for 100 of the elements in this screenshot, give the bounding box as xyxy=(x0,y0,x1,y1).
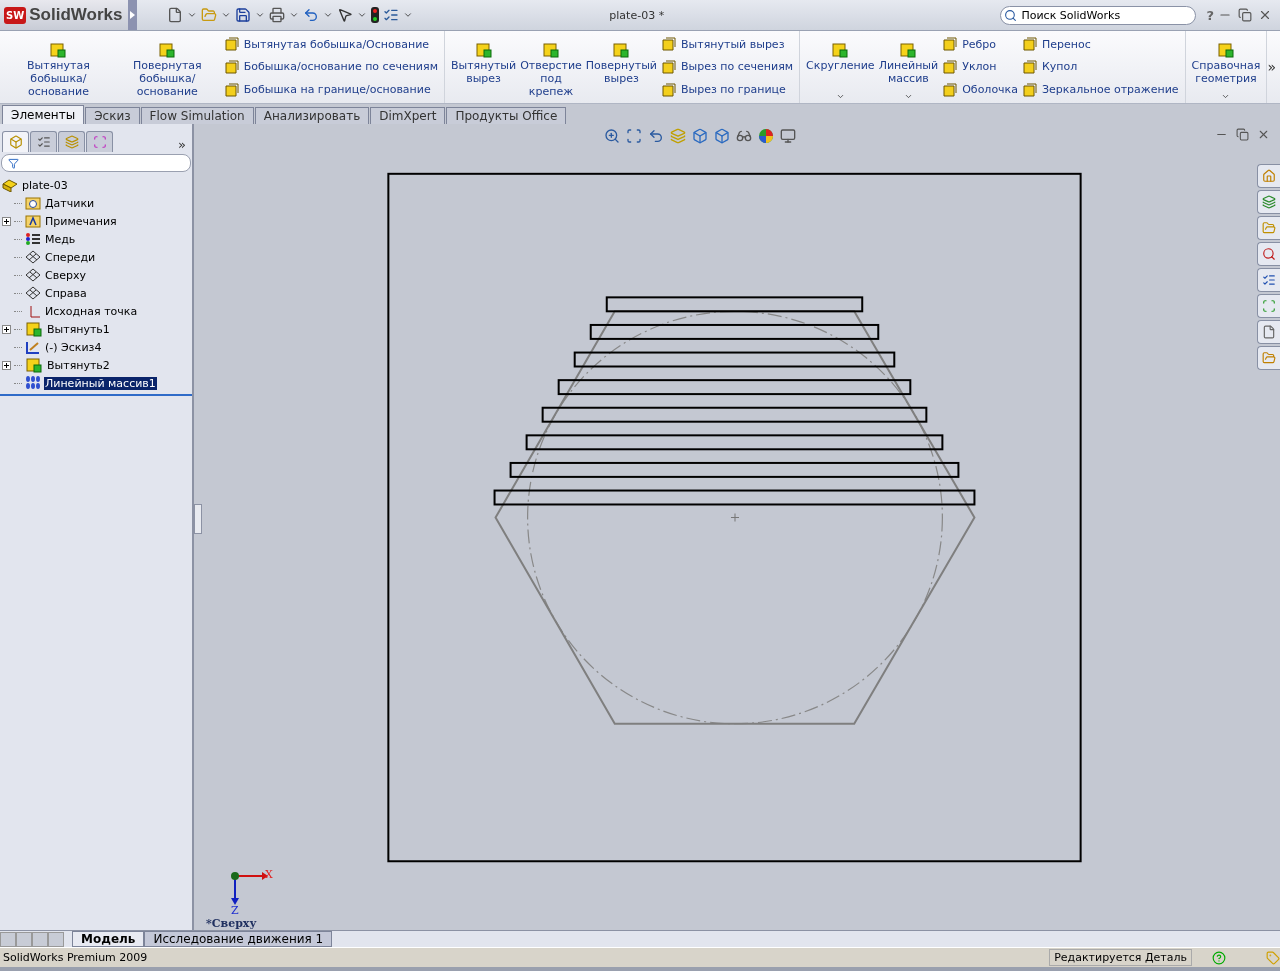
expand-icon[interactable] xyxy=(2,216,11,226)
more-button[interactable]: » xyxy=(1267,59,1280,75)
tab[interactable]: Эскиз xyxy=(85,107,140,124)
close-icon[interactable] xyxy=(1257,128,1270,141)
ribbon-command[interactable]: Бобышка на границе/основание xyxy=(223,81,438,98)
tree-item[interactable]: Спереди xyxy=(44,250,97,264)
task-pane-icon[interactable] xyxy=(1257,216,1280,240)
ribbon-button[interactable]: Справочная геометрия xyxy=(1191,33,1261,101)
ribbon-command[interactable]: Ребро xyxy=(942,36,1018,53)
feature-icon xyxy=(661,36,677,53)
printer-icon[interactable] xyxy=(269,7,285,23)
help-button[interactable]: ? xyxy=(1206,7,1214,23)
caret-icon[interactable] xyxy=(289,10,299,20)
target-icon xyxy=(92,135,107,149)
tree-item[interactable]: Справа xyxy=(44,286,88,300)
ribbon-button[interactable]: Вытянутый вырез xyxy=(450,33,517,101)
feature-icon xyxy=(1217,41,1235,59)
ribbon-command[interactable]: Перенос xyxy=(1022,36,1179,53)
close-icon[interactable] xyxy=(1258,8,1272,22)
tree-item[interactable]: Примечания xyxy=(44,214,118,228)
save-icon[interactable] xyxy=(235,7,251,23)
caret-icon[interactable] xyxy=(187,10,197,20)
ribbon-command[interactable]: Оболочка xyxy=(942,81,1018,98)
panel-tab[interactable] xyxy=(2,131,29,152)
property-list-icon xyxy=(36,135,51,149)
zoom-area-icon[interactable] xyxy=(626,128,642,144)
panel-tab[interactable] xyxy=(58,131,85,152)
ribbon-button[interactable]: Повернутая бобышка/основание xyxy=(114,33,220,101)
filter-field[interactable] xyxy=(1,154,191,172)
glasses-icon[interactable] xyxy=(736,128,752,144)
zoom-fit-icon[interactable] xyxy=(604,128,620,144)
restore-icon[interactable] xyxy=(1238,8,1252,22)
undo-icon[interactable] xyxy=(303,7,319,23)
view-name: *Сверху xyxy=(206,917,257,930)
ribbon-command[interactable]: Вырез по сечениям xyxy=(661,59,794,75)
tree-item[interactable]: Вытянуть1 xyxy=(46,322,111,336)
panel-tab[interactable] xyxy=(30,131,57,152)
task-pane-icon[interactable] xyxy=(1257,268,1280,292)
ribbon-command[interactable]: Зеркальное отражение xyxy=(1022,81,1179,98)
caret-icon[interactable] xyxy=(255,10,265,20)
search-field[interactable]: Поиск SolidWorks xyxy=(1000,5,1197,25)
tab[interactable]: DimXpert xyxy=(370,107,446,124)
tree-item[interactable]: Медь xyxy=(44,232,77,246)
tab[interactable]: Анализировать xyxy=(254,107,370,124)
tree-item[interactable]: Линейный массив1 xyxy=(44,376,157,390)
tab[interactable]: Продукты Office xyxy=(446,107,567,124)
ribbon-command[interactable]: Бобышка/основание по сечениям xyxy=(223,59,438,75)
scene-icon[interactable] xyxy=(780,128,796,144)
tree-item[interactable]: Сверху xyxy=(44,268,87,282)
tab[interactable]: Flow Simulation xyxy=(140,107,254,124)
tree-item[interactable]: Датчики xyxy=(44,196,96,210)
more-button[interactable]: » xyxy=(178,137,186,152)
caret-icon[interactable] xyxy=(323,10,333,20)
tree-item[interactable]: plate-03 xyxy=(2,176,192,194)
previous-view-icon[interactable] xyxy=(648,128,664,144)
ribbon-command[interactable]: Вытянутая бобышка/Основание xyxy=(223,36,438,53)
panel-tab[interactable] xyxy=(86,131,113,152)
task-pane-icon[interactable] xyxy=(1257,294,1280,318)
ribbon-button[interactable]: Повернутый вырез xyxy=(585,33,657,101)
tab[interactable]: Модель xyxy=(72,931,145,947)
appearance-ball-icon[interactable] xyxy=(758,128,774,144)
restore-icon[interactable] xyxy=(1236,128,1249,141)
configuration-icon xyxy=(64,135,79,149)
ribbon-command[interactable]: Купол xyxy=(1022,59,1179,75)
checklist-icon[interactable] xyxy=(383,7,399,23)
ribbon-button[interactable]: Отверстие под крепеж xyxy=(520,33,582,101)
pointer-icon[interactable] xyxy=(337,7,353,23)
tree-item[interactable]: (-) Эскиз4 xyxy=(44,340,103,354)
ribbon-command[interactable]: Вырез по границе xyxy=(661,81,794,98)
tree-item[interactable]: Вытянуть2 xyxy=(46,358,111,372)
ribbon-button[interactable]: Скругление xyxy=(806,33,875,101)
expand-icon[interactable] xyxy=(2,360,11,370)
open-folder-icon[interactable] xyxy=(201,7,217,23)
caret-icon[interactable] xyxy=(403,10,413,20)
feature-icon xyxy=(661,59,677,75)
ribbon-button[interactable]: Вытянутая бобышка/основание xyxy=(6,33,111,101)
expand-icon[interactable] xyxy=(2,324,11,334)
tab[interactable]: Исследование движения 1 xyxy=(144,931,333,947)
traffic-light-icon[interactable] xyxy=(371,7,379,23)
display-style-icon[interactable] xyxy=(714,128,730,144)
caret-icon[interactable] xyxy=(221,10,231,20)
task-pane-icon[interactable] xyxy=(1257,346,1280,370)
task-pane-icon[interactable] xyxy=(1257,190,1280,214)
help-icon[interactable] xyxy=(1212,950,1226,965)
feature-icon xyxy=(158,41,177,59)
new-file-icon[interactable] xyxy=(167,7,183,23)
tree-item[interactable]: Исходная точка xyxy=(44,304,139,318)
splitter-handle[interactable] xyxy=(194,504,202,534)
ribbon-command[interactable]: Вытянутый вырез xyxy=(661,36,794,53)
caret-icon[interactable] xyxy=(357,10,367,20)
part-icon xyxy=(2,178,18,192)
task-pane-icon[interactable] xyxy=(1257,164,1280,188)
tab[interactable]: Элементы xyxy=(2,105,85,124)
ribbon-command[interactable]: Уклон xyxy=(942,59,1018,75)
task-pane-icon[interactable] xyxy=(1257,320,1280,344)
ribbon-button[interactable]: Линейный массив xyxy=(878,33,939,101)
feature-icon xyxy=(223,36,240,53)
pattern-icon xyxy=(25,376,41,390)
task-pane-icon[interactable] xyxy=(1257,242,1280,266)
view-orientation-icon[interactable] xyxy=(692,128,708,144)
